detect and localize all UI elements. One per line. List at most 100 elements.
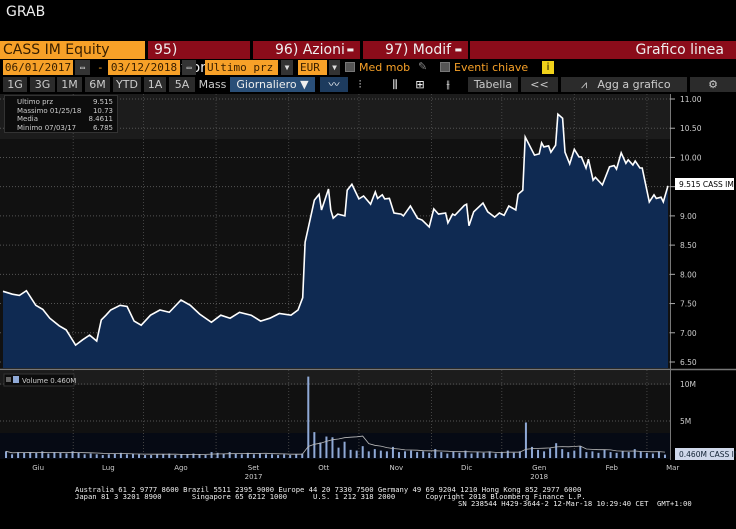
volume-tick-label: 10M	[680, 380, 696, 389]
volume-bar	[373, 449, 376, 458]
x-year-label: 2017	[245, 473, 263, 481]
x-tick-label: Nov	[390, 464, 404, 472]
volume-bar	[101, 455, 104, 458]
volume-bar	[657, 451, 660, 458]
volume-bar	[500, 452, 503, 458]
footer-session: SN 238544 H429-3644-2 12-Mar-18 10:29:40…	[458, 499, 692, 508]
volume-bar	[204, 455, 207, 458]
volume-bar	[331, 437, 334, 458]
volume-bar	[579, 446, 582, 458]
volume-legend: Volume 0.460M	[3, 373, 76, 387]
volume-bar	[150, 455, 153, 458]
price-tick-label: 7.00	[680, 329, 697, 338]
volume-bar	[603, 449, 606, 458]
volume-tick-label: 5M	[680, 417, 691, 426]
volume-bar	[89, 453, 92, 458]
volume-bar	[555, 443, 558, 458]
last-price-tag: 9.515 CASS IM	[675, 178, 734, 190]
volume-bar	[47, 453, 50, 458]
volume-bar	[549, 448, 552, 458]
volume-bar	[440, 452, 443, 458]
volume-bar	[385, 451, 388, 458]
volume-bar	[470, 453, 473, 458]
price-tick-label: 10.50	[680, 124, 702, 133]
volume-bar	[107, 454, 110, 458]
volume-bar	[343, 441, 346, 458]
volume-bar	[125, 454, 128, 458]
volume-bar	[446, 453, 449, 458]
volume-bar	[198, 454, 201, 458]
volume-bar	[5, 451, 8, 458]
volume-bar	[77, 452, 80, 458]
volume-bar	[307, 376, 310, 458]
price-legend: Ultimo prz 9.515 Massimo 01/25/18 10.73 Me…	[4, 95, 118, 133]
price-volume-chart: 11.0010.5010.009.509.008.508.007.507.006…	[0, 94, 736, 481]
volume-bar	[325, 436, 328, 458]
volume-bar	[361, 446, 364, 458]
volume-bar	[29, 452, 32, 458]
x-year-label: 2018	[530, 473, 548, 481]
volume-bar	[476, 452, 479, 458]
volume-bar	[113, 453, 116, 458]
volume-bar	[240, 454, 243, 458]
volume-bar	[404, 451, 407, 458]
volume-bar	[258, 453, 261, 458]
volume-bar	[627, 452, 630, 458]
x-tick-label: Ago	[174, 464, 188, 472]
x-tick-label: Gen	[532, 464, 546, 472]
x-tick-label: Set	[248, 464, 260, 472]
volume-bar	[174, 455, 177, 458]
price-tick-label: 8.50	[680, 241, 697, 250]
volume-bar	[524, 422, 527, 458]
volume-bar	[609, 452, 612, 458]
volume-bar	[277, 455, 280, 458]
volume-bar	[397, 452, 400, 458]
price-tick-label: 11.00	[680, 95, 702, 104]
volume-bar	[271, 454, 274, 458]
volume-bar	[138, 454, 141, 458]
volume-bar	[264, 454, 267, 458]
volume-bar	[482, 452, 485, 458]
volume-bar	[349, 449, 352, 458]
last-volume-tag: 0.460M CASS IM	[675, 448, 736, 460]
volume-bar	[180, 454, 183, 458]
volume-bar	[144, 455, 147, 458]
volume-bar	[422, 451, 425, 458]
volume-bar	[355, 450, 358, 458]
volume-bar	[367, 451, 370, 458]
volume-bar	[289, 455, 292, 458]
volume-bar	[512, 452, 515, 458]
volume-bar	[313, 432, 316, 458]
volume-bar	[591, 451, 594, 458]
volume-bar	[35, 452, 38, 458]
volume-bar	[428, 452, 431, 458]
legend-max: Massimo 01/25/18 10.73	[17, 106, 113, 115]
price-tick-label: 6.50	[680, 358, 697, 367]
volume-bar	[537, 449, 540, 458]
x-tick-label: Dic	[461, 464, 472, 472]
volume-bar	[663, 454, 666, 458]
volume-bar	[95, 454, 98, 458]
volume-bar	[410, 450, 413, 458]
volume-bar	[416, 452, 419, 458]
volume-bar	[494, 453, 497, 458]
volume-bar	[83, 454, 86, 458]
volume-bar	[234, 453, 237, 458]
x-tick-label: Lug	[102, 464, 115, 472]
x-tick-label: Ott	[318, 464, 329, 472]
volume-bar	[186, 454, 189, 458]
price-tick-label: 7.50	[680, 300, 697, 309]
price-tick-label: 9.00	[680, 212, 697, 221]
volume-bar	[615, 452, 618, 458]
volume-bar	[295, 454, 298, 458]
x-tick-label: Mar	[666, 464, 679, 472]
volume-bar	[452, 451, 455, 458]
volume-bar	[337, 447, 340, 458]
volume-bar	[23, 452, 26, 458]
volume-bar	[585, 452, 588, 458]
x-tick-label: Feb	[606, 464, 619, 472]
last-price-label: 9.515 CASS IM	[679, 180, 734, 189]
volume-bar	[543, 451, 546, 458]
volume-legend-label: Volume 0.460M	[22, 377, 76, 385]
volume-bar	[59, 452, 62, 458]
